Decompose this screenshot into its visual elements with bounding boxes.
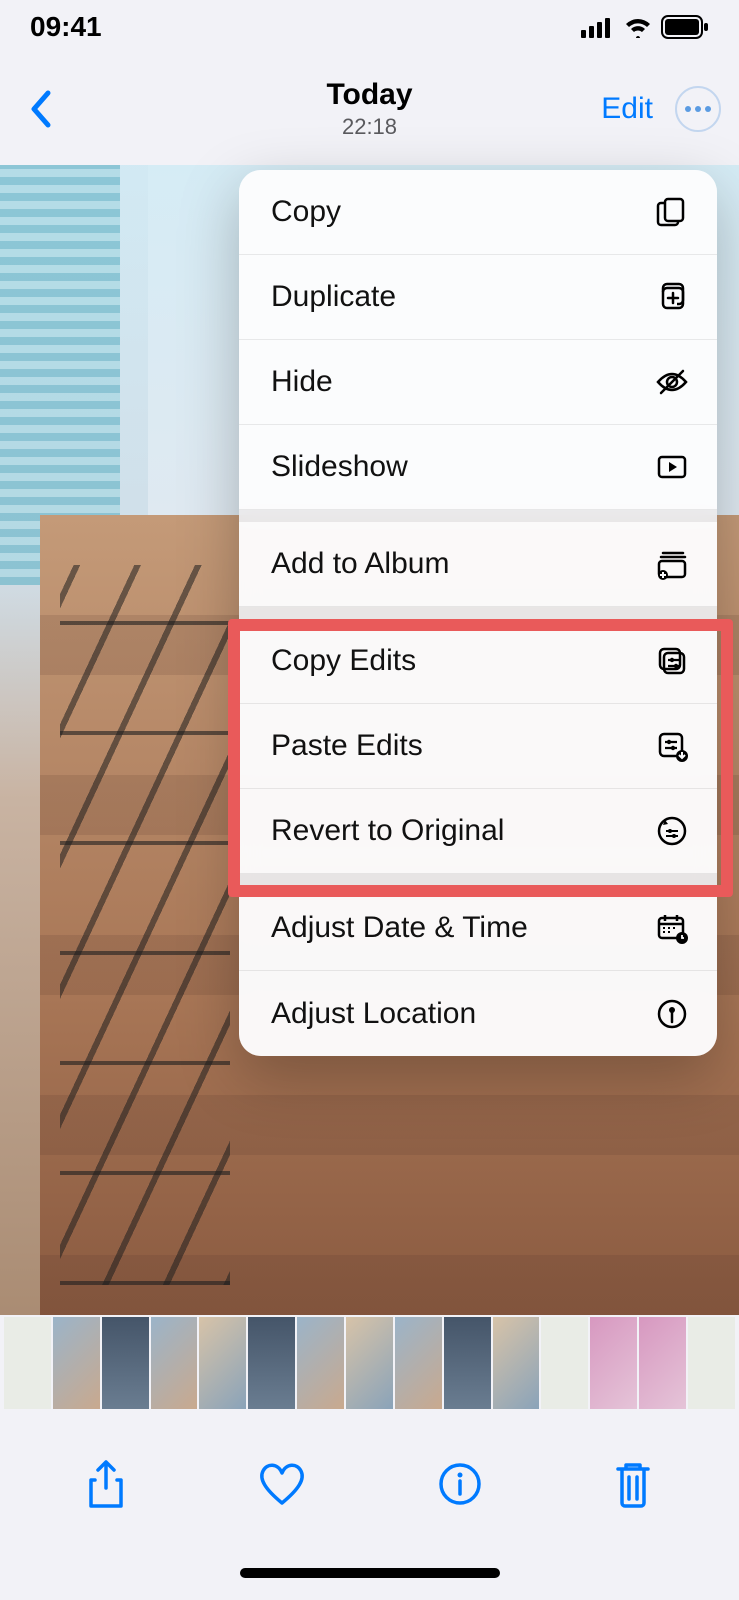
thumbnail[interactable] bbox=[395, 1317, 442, 1409]
back-button[interactable] bbox=[18, 79, 62, 139]
menu-label: Copy Edits bbox=[271, 644, 416, 678]
thumbnail[interactable] bbox=[688, 1317, 735, 1409]
nav-subtitle: 22:18 bbox=[326, 114, 412, 140]
album-add-icon bbox=[655, 547, 689, 581]
thumbnail[interactable] bbox=[297, 1317, 344, 1409]
thumbnail[interactable] bbox=[639, 1317, 686, 1409]
nav-title: Today bbox=[326, 78, 412, 112]
copy-icon bbox=[655, 195, 689, 229]
menu-add-to-album[interactable]: Add to Album bbox=[239, 522, 717, 607]
thumbnail[interactable] bbox=[102, 1317, 149, 1409]
menu-label: Duplicate bbox=[271, 280, 396, 314]
thumbnail-strip[interactable] bbox=[0, 1317, 739, 1409]
menu-label: Add to Album bbox=[271, 547, 449, 581]
delete-button[interactable] bbox=[612, 1459, 654, 1509]
context-menu: Copy Duplicate Hide Slideshow Add to Alb… bbox=[239, 170, 717, 1056]
thumbnail[interactable] bbox=[4, 1317, 51, 1409]
chevron-left-icon bbox=[28, 89, 52, 129]
status-time: 09:41 bbox=[30, 11, 102, 43]
heart-icon bbox=[257, 1461, 307, 1507]
slideshow-icon bbox=[655, 450, 689, 484]
menu-separator bbox=[239, 510, 717, 522]
paste-edits-icon bbox=[655, 729, 689, 763]
nav-bar: Today 22:18 Edit bbox=[0, 54, 739, 164]
menu-label: Copy bbox=[271, 195, 341, 229]
favorite-button[interactable] bbox=[257, 1461, 307, 1507]
calendar-clock-icon bbox=[655, 911, 689, 945]
thumbnail-current[interactable] bbox=[346, 1317, 393, 1409]
menu-separator bbox=[239, 874, 717, 886]
menu-duplicate[interactable]: Duplicate bbox=[239, 255, 717, 340]
edit-button[interactable]: Edit bbox=[601, 92, 653, 126]
ellipsis-icon bbox=[685, 106, 691, 112]
home-indicator[interactable] bbox=[240, 1568, 500, 1578]
thumbnail[interactable] bbox=[444, 1317, 491, 1409]
copy-edits-icon bbox=[655, 644, 689, 678]
menu-label: Adjust Date & Time bbox=[271, 911, 528, 945]
thumbnail[interactable] bbox=[248, 1317, 295, 1409]
thumbnail[interactable] bbox=[151, 1317, 198, 1409]
menu-revert[interactable]: Revert to Original bbox=[239, 789, 717, 874]
menu-label: Adjust Location bbox=[271, 997, 476, 1031]
menu-label: Paste Edits bbox=[271, 729, 423, 763]
info-icon bbox=[438, 1462, 482, 1506]
menu-slideshow[interactable]: Slideshow bbox=[239, 425, 717, 510]
status-bar: 09:41 bbox=[0, 0, 739, 54]
nav-title-group: Today 22:18 bbox=[326, 78, 412, 140]
menu-adjust-location[interactable]: Adjust Location bbox=[239, 971, 717, 1056]
share-icon bbox=[85, 1458, 127, 1510]
thumbnail[interactable] bbox=[493, 1317, 540, 1409]
bottom-toolbar bbox=[0, 1444, 739, 1524]
thumbnail[interactable] bbox=[53, 1317, 100, 1409]
location-icon bbox=[655, 997, 689, 1031]
revert-icon bbox=[655, 814, 689, 848]
status-indicators bbox=[581, 15, 709, 39]
menu-copy[interactable]: Copy bbox=[239, 170, 717, 255]
info-button[interactable] bbox=[438, 1462, 482, 1506]
thumbnail[interactable] bbox=[590, 1317, 637, 1409]
more-button[interactable] bbox=[675, 86, 721, 132]
menu-label: Slideshow bbox=[271, 450, 408, 484]
battery-icon bbox=[661, 15, 709, 39]
hide-icon bbox=[655, 365, 689, 399]
menu-label: Revert to Original bbox=[271, 814, 504, 848]
thumbnail[interactable] bbox=[199, 1317, 246, 1409]
menu-adjust-date[interactable]: Adjust Date & Time bbox=[239, 886, 717, 971]
duplicate-icon bbox=[655, 280, 689, 314]
trash-icon bbox=[612, 1459, 654, 1509]
cellular-icon bbox=[581, 16, 615, 38]
menu-separator bbox=[239, 607, 717, 619]
share-button[interactable] bbox=[85, 1458, 127, 1510]
menu-hide[interactable]: Hide bbox=[239, 340, 717, 425]
menu-copy-edits[interactable]: Copy Edits bbox=[239, 619, 717, 704]
thumbnail[interactable] bbox=[541, 1317, 588, 1409]
menu-label: Hide bbox=[271, 365, 333, 399]
wifi-icon bbox=[623, 16, 653, 38]
menu-paste-edits[interactable]: Paste Edits bbox=[239, 704, 717, 789]
